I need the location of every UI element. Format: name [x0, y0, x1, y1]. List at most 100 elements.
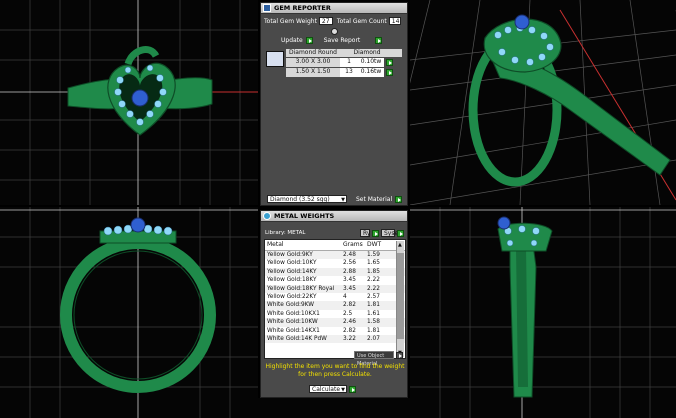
metal-name: Yellow Gold:22KY — [267, 293, 317, 300]
metal-dwt: 1.81 — [367, 302, 380, 309]
metal-grams: 2.5 — [343, 310, 353, 317]
viewport-side[interactable] — [410, 207, 676, 418]
library-right-arrow-icon[interactable] — [397, 229, 404, 237]
metal-list[interactable]: Metal Grams DWT Yellow Gold:9KY 2.48 1.59 Y… — [264, 239, 406, 359]
metal-row[interactable]: White Gold:14KX1 2.82 1.81 — [265, 327, 405, 335]
ring-side-view — [497, 216, 553, 398]
library-left-arrow-icon[interactable] — [372, 229, 379, 237]
total-count-label: Total Gem Count — [336, 17, 387, 25]
set-material-arrow-icon[interactable] — [395, 195, 403, 203]
save-report-button[interactable]: Save Report — [324, 37, 361, 44]
viewport-front[interactable] — [0, 207, 258, 418]
gem-count: 13 — [340, 68, 358, 77]
viewport-gap — [258, 398, 410, 418]
metal-name: Yellow Gold:18KY Royal — [267, 285, 335, 292]
metal-name: Yellow Gold:9KY — [267, 252, 313, 258]
metal-row[interactable]: Yellow Gold:18KY 3.45 2.22 — [265, 276, 405, 284]
gem-row-arrow-icon[interactable] — [386, 59, 393, 66]
viewport-perspective-canvas — [410, 0, 676, 205]
metal-grams: 2.46 — [343, 319, 356, 326]
metal-list-header: Metal Grams DWT — [265, 240, 405, 251]
total-count-field[interactable]: 14 — [388, 17, 401, 25]
total-weight-field[interactable]: 27 — [318, 17, 333, 25]
gem-logo-icon — [263, 4, 271, 12]
gem-reporter-titlebar[interactable]: GEM REPORTER — [261, 3, 407, 14]
gem-row-arrow-icon[interactable] — [386, 69, 393, 76]
grams-col-header: Grams — [343, 241, 363, 248]
metal-name: White Gold:9KW — [267, 302, 314, 309]
metal-dwt: 1.59 — [367, 252, 380, 258]
metal-row[interactable]: Yellow Gold:10KY 2.56 1.65 — [265, 259, 405, 267]
gem-count: 1 — [340, 58, 358, 67]
gem-reporter-panel: GEM REPORTER Total Gem Weight 27 Total G… — [260, 2, 408, 206]
ring-top-view — [67, 46, 213, 136]
calculate-label: Calculate — [312, 386, 341, 393]
gem-reporter-title: GEM REPORTER — [274, 4, 331, 12]
material-select-value: Diamond (3.52 sgg) — [270, 196, 330, 203]
metal-name: White Gold:14KX1 — [267, 327, 320, 334]
viewport-side-canvas — [410, 207, 676, 418]
library-right-button[interactable]: Syse — [381, 229, 398, 237]
gem-shape-header: Diamond Round — [289, 49, 337, 56]
library-left-button[interactable]: Ry — [360, 229, 370, 237]
gem-size: 1.50 X 1.50 — [286, 68, 340, 77]
metal-name: Yellow Gold:18KY — [267, 277, 317, 284]
metal-logo-icon — [263, 212, 271, 220]
chevron-down-icon: ▼ — [341, 387, 345, 393]
scrollbar-thumb[interactable] — [397, 253, 404, 339]
calculate-hint: Highlight the item you want to find the … — [265, 363, 405, 378]
metal-row[interactable]: Yellow Gold:9KY 2.48 1.59 — [265, 251, 405, 260]
calculate-select[interactable]: Calculate ▼ — [309, 385, 347, 393]
metal-dwt: 1.61 — [367, 310, 380, 317]
scroll-up-icon[interactable]: ▲ — [398, 242, 402, 248]
divider-handle-icon[interactable] — [331, 28, 338, 35]
metal-grams: 3.45 — [343, 285, 356, 292]
use-object-arrow-icon[interactable] — [396, 351, 403, 359]
metal-name: White Gold:14K PdW — [267, 335, 327, 342]
viewport-perspective[interactable] — [410, 0, 676, 205]
viewport-top[interactable] — [0, 0, 258, 205]
metal-dwt: 1.85 — [367, 268, 380, 275]
calculate-arrow-icon[interactable] — [349, 385, 356, 393]
metal-dwt: 2.07 — [367, 335, 380, 342]
metal-row[interactable]: Yellow Gold:22KY 4 2.57 — [265, 293, 405, 301]
set-material-button[interactable]: Set Material — [356, 196, 392, 203]
update-arrow-icon[interactable] — [305, 37, 313, 44]
metal-row[interactable]: White Gold:10KW 2.46 1.58 — [265, 318, 405, 327]
gem-weight: 0.10tw — [358, 58, 384, 67]
metal-weights-panel: METAL WEIGHTS Library: METAL Ry Syse Met… — [260, 210, 408, 398]
metal-name: Yellow Gold:10KY — [267, 260, 317, 267]
metal-col-header: Metal — [267, 241, 284, 248]
metal-weights-title: METAL WEIGHTS — [274, 212, 335, 220]
metal-name: White Gold:10KW — [267, 319, 318, 326]
material-select[interactable]: Diamond (3.52 sgg) ▼ — [267, 195, 347, 203]
total-weight-label: Total Gem Weight — [264, 17, 317, 25]
metal-row[interactable]: White Gold:14K PdW 3.22 2.07 — [265, 334, 405, 344]
metal-row[interactable]: White Gold:10KX1 2.5 1.61 — [265, 310, 405, 318]
metal-weights-titlebar[interactable]: METAL WEIGHTS — [261, 211, 407, 222]
metal-row[interactable]: Yellow Gold:18KY Royal 3.45 2.22 — [265, 284, 405, 293]
metal-name: White Gold:10KX1 — [267, 310, 320, 317]
gem-thumbnail-icon — [266, 51, 284, 67]
metal-dwt: 1.81 — [367, 327, 380, 334]
metal-grams: 2.88 — [343, 268, 356, 275]
metal-row[interactable]: White Gold:9KW 2.82 1.81 — [265, 301, 405, 310]
metal-grams: 2.82 — [343, 302, 356, 309]
update-button[interactable]: Update — [281, 37, 303, 44]
metal-grams: 3.45 — [343, 277, 356, 284]
dwt-col-header: DWT — [367, 241, 382, 248]
use-object-material-button[interactable]: Use Object Material — [354, 351, 394, 367]
gem-row[interactable]: 1.50 X 1.50 13 0.16tw — [264, 68, 402, 77]
gem-table: Diamond Round Diamond 3.00 X 3.00 1 0.10… — [264, 49, 402, 77]
metal-name: Yellow Gold:14KY — [267, 268, 317, 275]
metal-row[interactable]: Yellow Gold:14KY 2.88 1.85 — [265, 267, 405, 277]
metal-list-scrollbar[interactable]: ▲ ▼ — [396, 241, 404, 357]
save-report-arrow-icon[interactable] — [375, 37, 383, 44]
metal-rows: Yellow Gold:9KY 2.48 1.59 Yellow Gold:10KY 2… — [265, 251, 405, 344]
gem-row[interactable]: 3.00 X 3.00 1 0.10tw — [264, 58, 402, 67]
chevron-down-icon: ▼ — [341, 197, 345, 203]
gem-weight: 0.16tw — [358, 68, 384, 77]
gem-size: 3.00 X 3.00 — [286, 58, 340, 67]
metal-dwt: 1.58 — [367, 319, 380, 326]
gem-material-header: Diamond — [353, 49, 381, 56]
